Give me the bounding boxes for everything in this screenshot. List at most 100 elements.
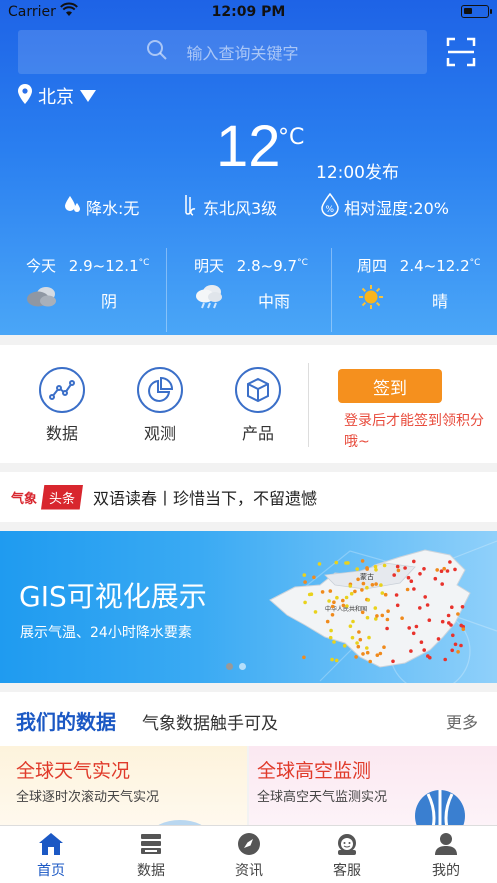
station-dot — [395, 603, 400, 608]
our-data-title: 我们的数据 — [16, 710, 116, 734]
humidity-value: 相对湿度:20% — [344, 199, 449, 218]
forecast-range: 2.9~12.1 — [68, 257, 139, 275]
status-bar: Carrier 12:09 PM — [0, 0, 497, 24]
box-icon — [235, 367, 281, 413]
more-link[interactable]: 更多 — [446, 709, 478, 733]
data-action-label: 数据 — [45, 424, 78, 443]
station-dot — [385, 626, 389, 631]
station-dot — [456, 612, 460, 616]
station-dot — [460, 605, 465, 609]
location-pin-icon — [18, 83, 32, 109]
tab-news[interactable]: 资讯 — [209, 830, 289, 880]
station-dot — [330, 604, 335, 609]
china-map-image: 蒙古 中华人民共和国 — [269, 549, 471, 668]
forecast-desc: 晴 — [432, 292, 449, 311]
station-dot — [459, 643, 463, 648]
humidity-icon: % — [320, 192, 340, 221]
precipitation-value: 降水:无 — [86, 199, 140, 218]
actions-divider — [308, 363, 309, 447]
station-dot — [418, 606, 422, 610]
station-dot — [313, 610, 318, 614]
station-dot — [400, 616, 404, 620]
station-dot — [373, 564, 378, 569]
checkin-button[interactable]: 签到 — [338, 369, 442, 403]
weather-metrics: 降水:无 东北风3级 % 相对湿度:20% — [0, 192, 497, 221]
observation-action-button[interactable]: 观测 — [125, 367, 195, 444]
our-data-subtitle: 气象数据触手可及 — [142, 714, 278, 734]
banner-title: GIS可视化展示 — [19, 580, 207, 613]
station-dot — [335, 595, 339, 600]
search-input[interactable]: 输入查询关键字 — [18, 30, 427, 74]
station-dot — [358, 637, 363, 642]
station-dot — [360, 559, 365, 563]
our-data-header: 我们的数据 气象数据触手可及 更多 — [0, 692, 497, 746]
headline-brand: 气象 — [11, 491, 38, 507]
temperature-unit: °C — [278, 125, 305, 150]
forecast-day-range: 周四 2.4~12.2°C — [357, 255, 480, 276]
current-temperature: 12 — [216, 114, 281, 179]
product-action-button[interactable]: 产品 — [223, 367, 293, 444]
data-action-button[interactable]: 数据 — [27, 367, 97, 444]
tab-label: 客服 — [333, 863, 361, 879]
bottom-tab-bar: 首页 数据 资讯 客服 我的 — [0, 825, 497, 883]
station-dot — [307, 592, 312, 597]
gis-banner[interactable]: GIS可视化展示 展示气温、24小时降水要素 蒙古 中华人民共和国 — [0, 531, 497, 683]
station-dot — [332, 600, 336, 604]
forecast-day: 今天 — [26, 257, 57, 275]
forecast-unit: °C — [138, 258, 150, 268]
station-dot — [365, 615, 370, 620]
tab-support[interactable]: 客服 — [307, 830, 387, 880]
station-dot — [367, 635, 371, 640]
database-icon — [111, 830, 191, 858]
station-dot — [341, 598, 345, 603]
forecast-day-range: 明天 2.8~9.7°C — [194, 255, 308, 276]
station-dot — [303, 580, 307, 584]
global-weather-card[interactable]: 全球天气实况 全球逐时次滚动天气实况 — [0, 746, 247, 826]
forecast-desc: 阴 — [101, 292, 118, 311]
precipitation-metric: 降水:无 — [64, 193, 139, 221]
station-dot — [320, 590, 325, 594]
station-dot — [380, 613, 385, 618]
city-selector[interactable]: 北京 — [18, 83, 96, 109]
station-dot — [329, 628, 333, 633]
quick-actions: 数据 观测 产品 签到 登录后才能签到领积分哦~ — [0, 345, 497, 463]
publish-time: 12:00发布 — [316, 163, 399, 183]
tab-label: 资讯 — [235, 863, 263, 879]
tab-label: 数据 — [137, 863, 165, 879]
pagination-dot[interactable] — [239, 663, 246, 670]
observation-action-label: 观测 — [143, 424, 176, 443]
headline-bar[interactable]: 气象 头条 双语读春丨珍惜当下，不留遗憾 — [0, 472, 497, 522]
forecast-unit: °C — [469, 258, 481, 268]
station-dot — [425, 603, 430, 607]
station-dot — [418, 572, 422, 576]
tab-home[interactable]: 首页 — [11, 830, 91, 880]
station-dot — [330, 657, 334, 662]
tab-label: 我的 — [432, 863, 460, 879]
station-dot — [439, 569, 444, 573]
station-dot — [361, 581, 366, 586]
user-icon — [406, 830, 486, 858]
station-dot — [354, 655, 358, 659]
station-dot — [391, 659, 395, 664]
station-dot — [382, 645, 386, 649]
tab-data[interactable]: 数据 — [111, 830, 191, 880]
pagination-dot[interactable] — [226, 663, 233, 670]
station-dot — [355, 641, 359, 645]
station-dot — [449, 623, 453, 627]
station-dot — [332, 640, 336, 644]
station-dot — [445, 569, 450, 573]
station-dot — [422, 648, 426, 652]
banner-pagination[interactable] — [226, 663, 246, 670]
headline-text[interactable]: 双语读春丨珍惜当下，不留遗憾 — [93, 485, 317, 509]
tab-me[interactable]: 我的 — [406, 830, 486, 880]
station-dot — [428, 655, 432, 660]
upper-air-card[interactable]: 全球高空监测 全球高空天气监测实况 — [249, 746, 497, 826]
station-dot — [403, 566, 407, 570]
station-dot — [382, 563, 387, 568]
station-dot — [356, 644, 361, 649]
station-dot — [409, 579, 414, 583]
compass-icon — [209, 830, 289, 858]
scan-icon[interactable] — [446, 37, 476, 67]
city-name: 北京 — [38, 87, 74, 108]
station-dot — [440, 582, 444, 586]
